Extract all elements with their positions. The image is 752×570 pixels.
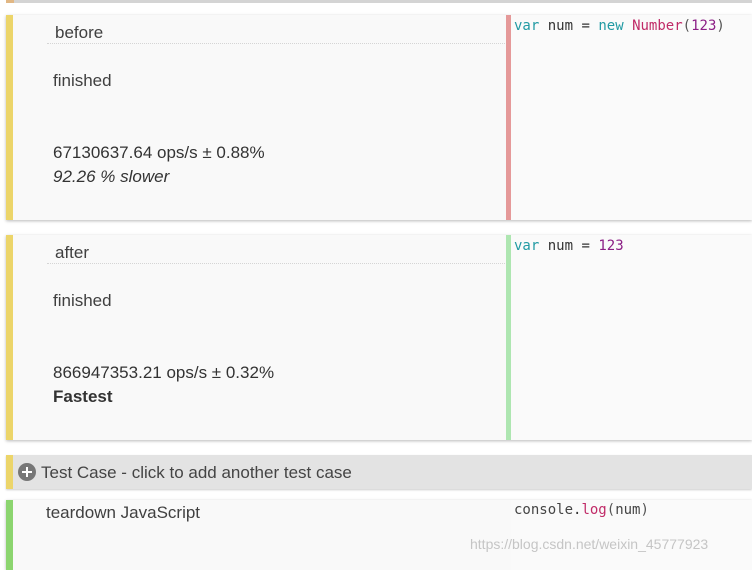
test-title-field[interactable]: after: [47, 240, 513, 264]
add-test-case-label[interactable]: Test Case - click to add another test ca…: [41, 463, 352, 483]
test-info-panel: after finished 866947353.21 ops/s ± 0.32…: [13, 235, 513, 440]
test-code[interactable]: var num = new Number(123): [514, 16, 725, 36]
teardown-label: teardown JavaScript: [46, 503, 201, 522]
teardown-code-editor[interactable]: console.log(num): [511, 500, 752, 570]
test-code[interactable]: var num = 123: [514, 236, 624, 256]
add-test-case-button[interactable]: Test Case - click to add another test ca…: [6, 455, 752, 489]
test-ops-result: 866947353.21 ops/s ± 0.32%: [53, 363, 275, 382]
test-title-field[interactable]: before: [47, 20, 513, 44]
previous-card-edge: [6, 0, 752, 3]
plus-circle-icon[interactable]: [18, 463, 36, 481]
teardown-code[interactable]: console.log(num): [514, 500, 649, 520]
watermark: https://blog.csdn.net/weixin_45777923: [470, 536, 709, 552]
test-comparison: Fastest: [53, 387, 113, 406]
status-stripe: [6, 15, 13, 220]
bar-stripe: [6, 455, 13, 489]
test-comparison: 92.26 % slower: [53, 167, 170, 186]
status-stripe: [6, 235, 13, 440]
code-editor-before[interactable]: var num = new Number(123): [511, 15, 752, 220]
code-editor-after[interactable]: var num = 123: [511, 235, 752, 440]
test-status: finished: [53, 291, 112, 310]
test-case-card-after: after finished 866947353.21 ops/s ± 0.32…: [6, 235, 752, 440]
teardown-card: teardown JavaScript console.log(num): [6, 500, 752, 570]
test-ops-result: 67130637.64 ops/s ± 0.88%: [53, 143, 265, 162]
test-case-card-before: before finished 67130637.64 ops/s ± 0.88…: [6, 15, 752, 220]
test-title[interactable]: after: [55, 243, 89, 263]
test-title[interactable]: before: [55, 23, 103, 43]
teardown-stripe: [6, 500, 13, 570]
test-info-panel: before finished 67130637.64 ops/s ± 0.88…: [13, 15, 513, 220]
test-status: finished: [53, 71, 112, 90]
